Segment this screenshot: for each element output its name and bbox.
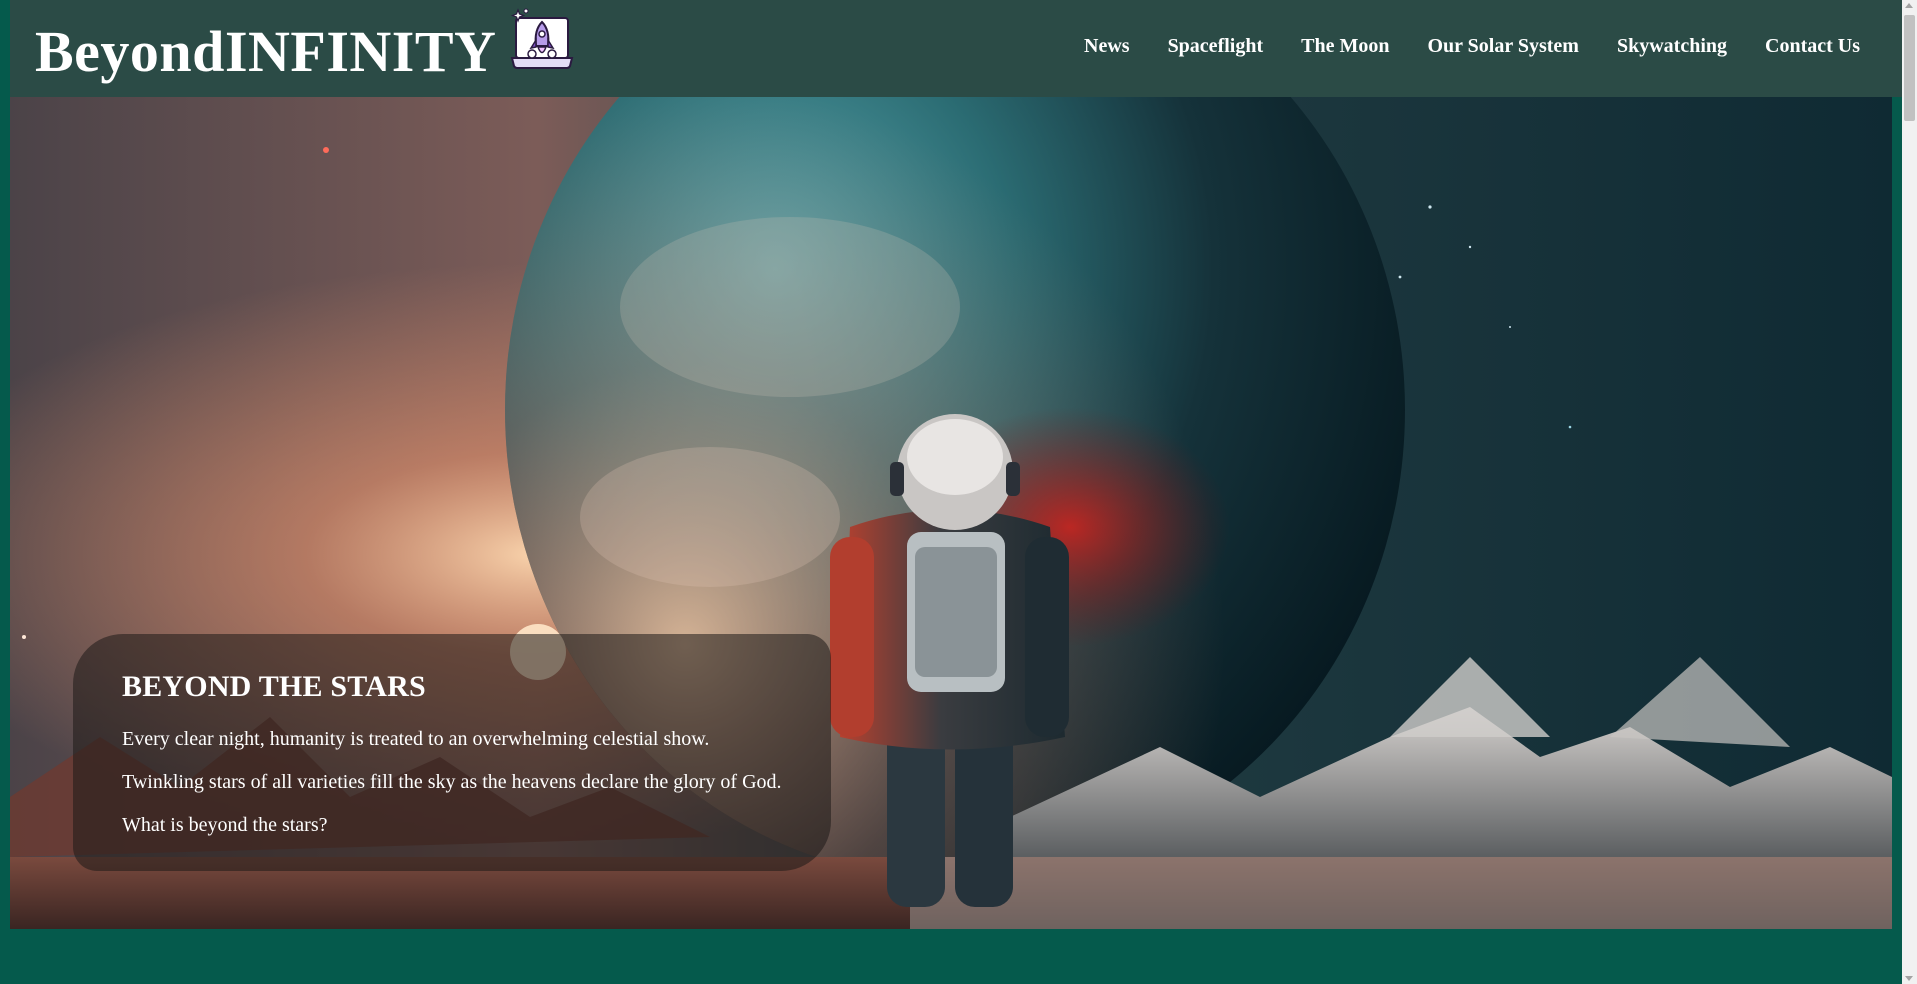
page: BeyondINFINITY News Spaceflight The Moon… bbox=[0, 0, 1917, 984]
nav-item-spaceflight[interactable]: Spaceflight bbox=[1168, 35, 1264, 58]
main-nav: News Spaceflight The Moon Our Solar Syst… bbox=[1046, 0, 1860, 92]
hero-paragraph-2: Twinkling stars of all varieties fill th… bbox=[122, 771, 782, 793]
nav-item-news[interactable]: News bbox=[1084, 35, 1130, 58]
hero-paragraph-3: What is beyond the stars? bbox=[122, 814, 328, 836]
hero-paragraph-1: Every clear night, humanity is treated t… bbox=[122, 728, 710, 750]
hero-text-card: BEYOND THE STARS Every clear night, huma… bbox=[73, 634, 831, 871]
scroll-thumb[interactable] bbox=[1904, 15, 1915, 121]
page-scrollbar[interactable] bbox=[1902, 0, 1917, 984]
hero-heading: BEYOND THE STARS bbox=[122, 670, 426, 703]
nav-item-our-solar-system[interactable]: Our Solar System bbox=[1427, 35, 1579, 58]
scroll-up-arrow-icon[interactable] bbox=[1905, 3, 1913, 8]
nav-item-the-moon[interactable]: The Moon bbox=[1301, 35, 1389, 58]
site-header: BeyondINFINITY News Spaceflight The Moon… bbox=[10, 0, 1902, 97]
rocket-launch-laptop-icon bbox=[511, 8, 574, 69]
site-title: BeyondINFINITY bbox=[35, 19, 497, 84]
brand-home-link[interactable]: BeyondINFINITY bbox=[35, 8, 574, 96]
scroll-down-arrow-icon[interactable] bbox=[1905, 976, 1913, 981]
nav-item-skywatching[interactable]: Skywatching bbox=[1617, 35, 1727, 58]
nav-item-contact-us[interactable]: Contact Us bbox=[1765, 35, 1860, 58]
hero-section: BEYOND THE STARS Every clear night, huma… bbox=[10, 97, 1892, 929]
